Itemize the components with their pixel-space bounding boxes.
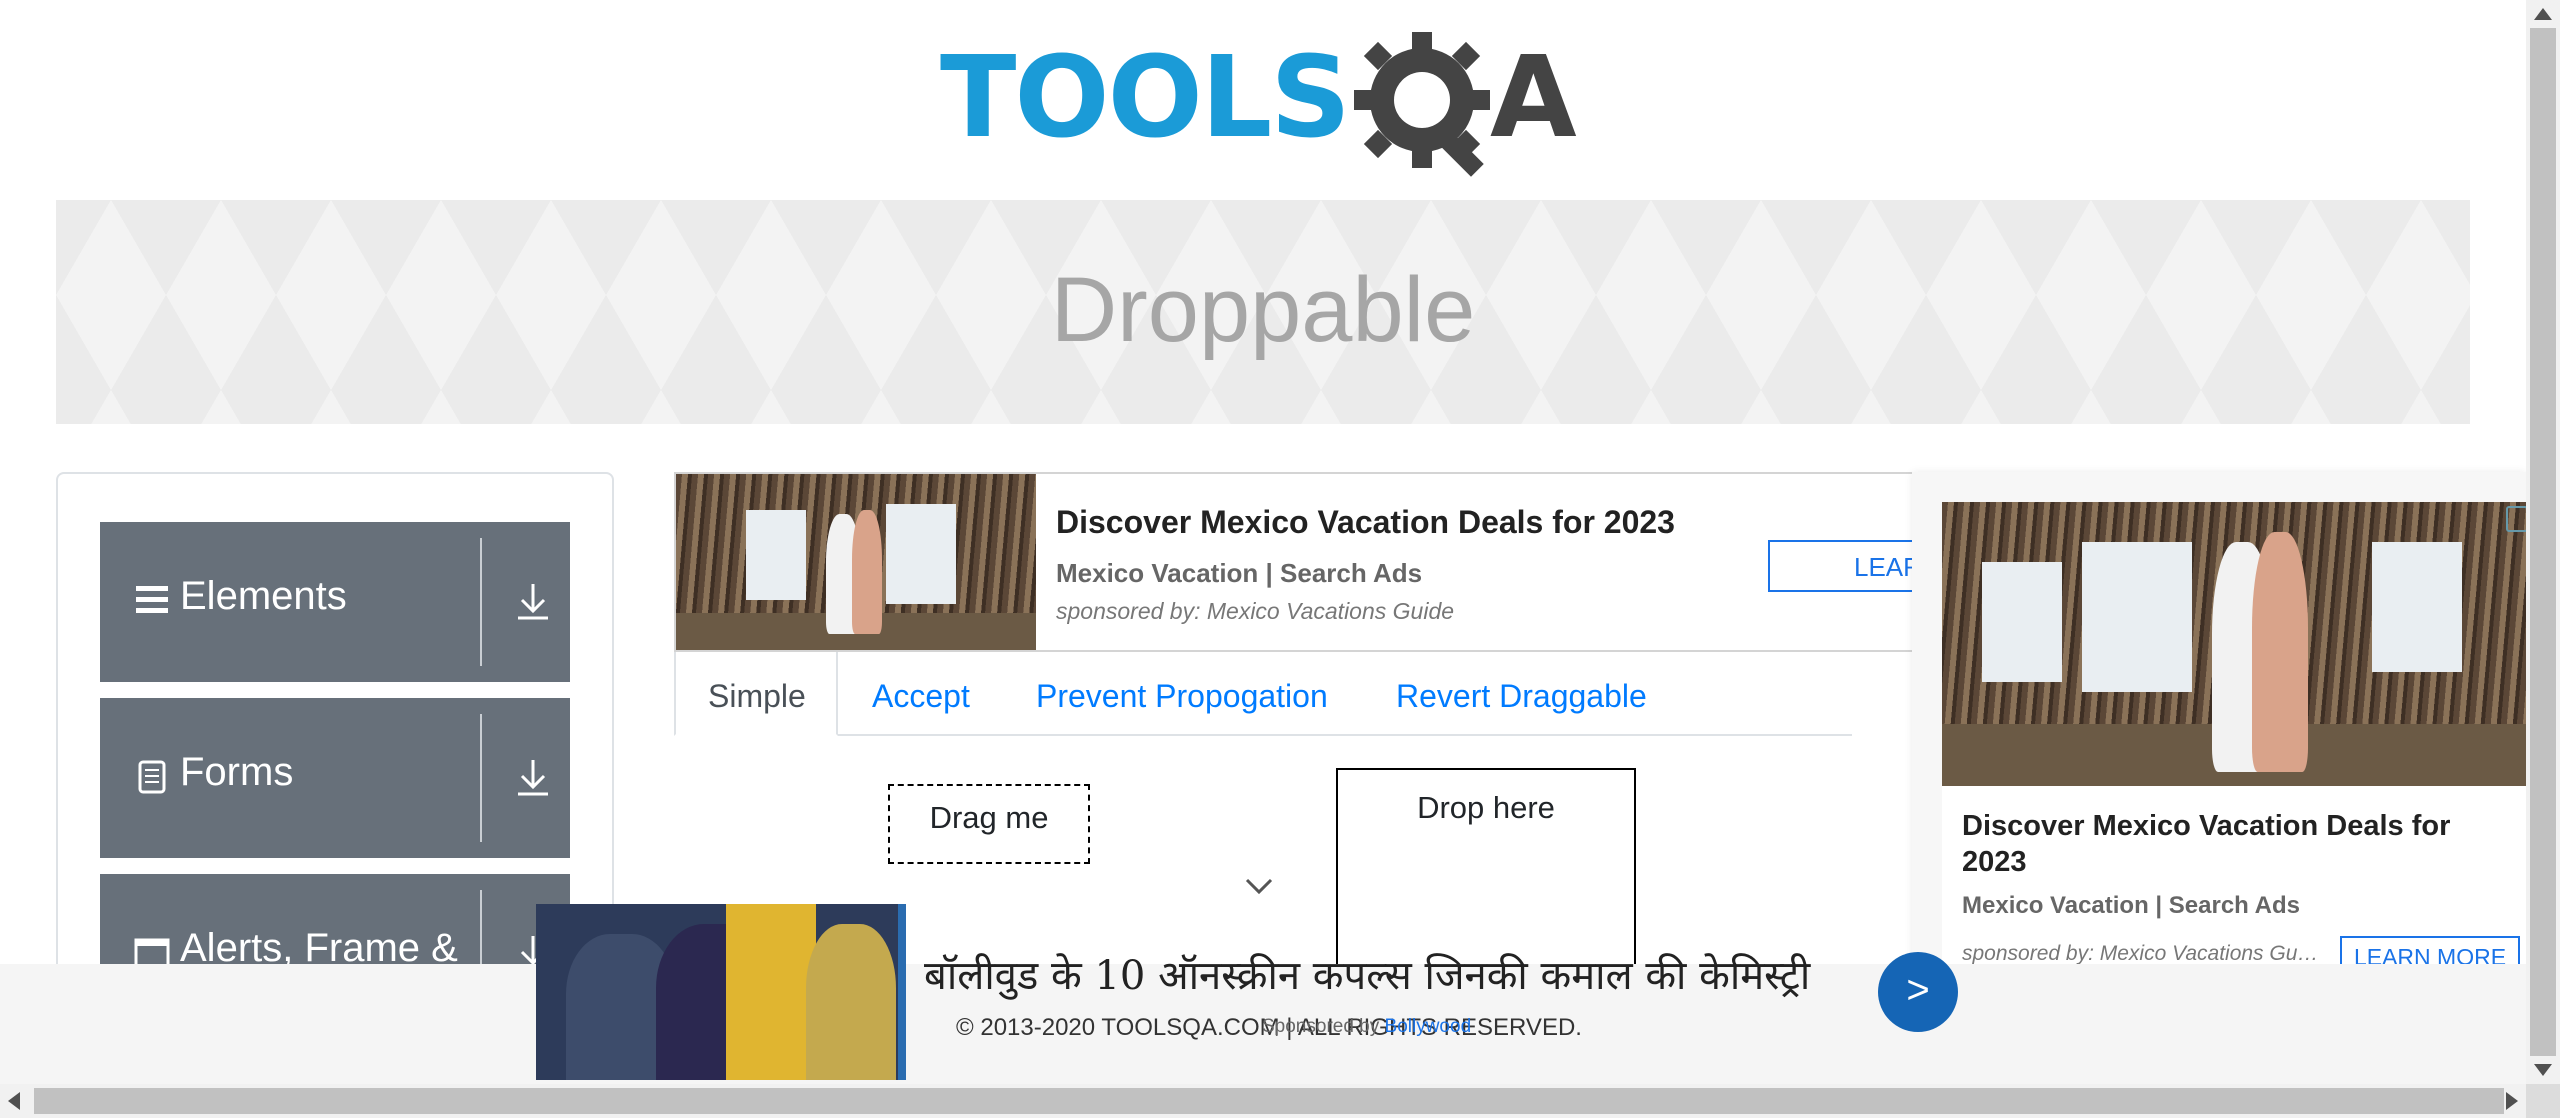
vertical-scroll-thumb[interactable] bbox=[2530, 28, 2556, 1056]
form-icon bbox=[138, 760, 166, 794]
scroll-up-icon[interactable] bbox=[2534, 8, 2552, 20]
logo-tools-text: TOOLS bbox=[940, 33, 1351, 163]
download-icon[interactable] bbox=[510, 754, 556, 802]
sidebar-group-alerts[interactable]: Alerts, Frame & Windows bbox=[100, 874, 570, 972]
ad-subtitle: Mexico Vacation | Search Ads bbox=[1962, 892, 2300, 919]
ad-image[interactable] bbox=[1942, 502, 2526, 786]
bottom-ad-go-button[interactable]: > bbox=[1878, 952, 1958, 1032]
ad-subtitle: Mexico Vacation | Search Ads bbox=[1056, 558, 1423, 588]
sidebar-group-forms[interactable]: Forms bbox=[100, 698, 570, 858]
divider bbox=[480, 538, 482, 666]
scroll-down-icon[interactable] bbox=[2534, 1064, 2552, 1076]
horizontal-scrollbar[interactable] bbox=[0, 1084, 2526, 1118]
scrollbar-corner bbox=[2526, 1084, 2560, 1118]
ad-title[interactable]: Discover Mexico Vacation Deals for 2023 bbox=[1056, 504, 1675, 541]
vertical-scrollbar[interactable] bbox=[2526, 0, 2560, 1084]
chevron-down-icon[interactable] bbox=[1244, 876, 1274, 896]
gear-q-icon bbox=[1354, 32, 1490, 177]
ad-image[interactable] bbox=[676, 474, 1036, 650]
horizontal-scroll-thumb[interactable] bbox=[34, 1088, 2504, 1114]
sponsor-link[interactable]: Bollywood bbox=[1385, 1016, 1472, 1037]
divider bbox=[480, 714, 482, 842]
sidebar-group-label: Elements bbox=[180, 574, 347, 618]
bottom-ad-image[interactable] bbox=[536, 904, 906, 1080]
sidebar-group-elements[interactable]: Elements bbox=[100, 522, 570, 682]
ad-sponsor: sponsored by: Mexico Vacations Guide bbox=[1962, 942, 2322, 965]
tab-revert-draggable[interactable]: Revert Draggable bbox=[1396, 652, 1647, 736]
sponsored-prefix: Sponsored by bbox=[1262, 1016, 1380, 1037]
page-title: Droppable bbox=[1050, 259, 1476, 361]
ad-learn-more-button[interactable]: LEARN MORE bbox=[1768, 540, 1912, 592]
droppable-tabs: Simple Accept Prevent Propogation Revert… bbox=[674, 652, 1852, 736]
logo-a-text: A bbox=[1490, 33, 1577, 163]
right-advertisement[interactable]: Discover Mexico Vacation Deals for 2023 … bbox=[1912, 472, 2526, 972]
scroll-right-icon[interactable] bbox=[2506, 1092, 2518, 1110]
draggable-box[interactable]: Drag me bbox=[888, 784, 1090, 864]
tab-simple[interactable]: Simple bbox=[674, 652, 838, 736]
droppable-target[interactable]: Drop here bbox=[1336, 768, 1636, 968]
toolsqa-logo[interactable]: TOOLS A bbox=[940, 30, 1590, 180]
sidebar-group-label: Forms bbox=[180, 750, 294, 794]
ad-title[interactable]: Discover Mexico Vacation Deals for 2023 bbox=[1962, 808, 2502, 881]
divider bbox=[480, 890, 482, 972]
bottom-ad-headline[interactable]: बॉलीवुड के 10 ऑनस्क्रीन कपल्स जिनकी कमाल… bbox=[924, 946, 1810, 1001]
tab-prevent-propogation[interactable]: Prevent Propogation bbox=[1036, 652, 1328, 736]
sidebar: Elements Forms Alerts, Frame & Windows bbox=[56, 472, 614, 972]
ad-sponsor: sponsored by: Mexico Vacations Guide bbox=[1056, 598, 1455, 624]
top-advertisement[interactable]: Discover Mexico Vacation Deals for 2023 … bbox=[674, 472, 1914, 652]
download-icon[interactable] bbox=[510, 578, 556, 626]
hamburger-icon bbox=[136, 586, 168, 613]
ad-choices-icon[interactable] bbox=[2506, 506, 2528, 532]
page-banner: Droppable bbox=[56, 200, 2470, 424]
sponsored-label: Sponsored by Bollywood bbox=[1262, 1016, 1471, 1038]
tab-accept[interactable]: Accept bbox=[872, 652, 970, 736]
scroll-left-icon[interactable] bbox=[8, 1092, 20, 1110]
